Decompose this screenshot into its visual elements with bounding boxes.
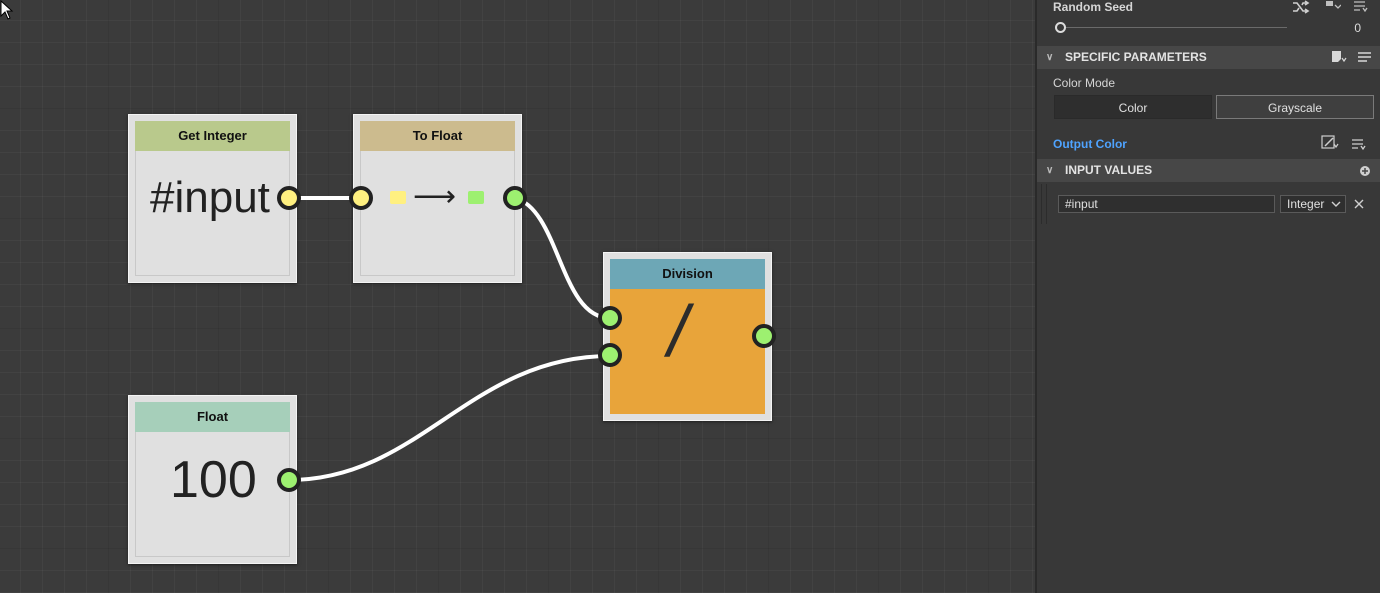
cursor-icon <box>0 0 14 20</box>
output-port-to-float[interactable] <box>503 186 527 210</box>
color-mode-option-color[interactable]: Color <box>1054 95 1212 119</box>
node-body-to-float: ⟶ <box>360 151 515 276</box>
division-symbol: / <box>668 292 689 372</box>
slider-handle[interactable] <box>1055 22 1066 33</box>
specific-parameters-header[interactable]: ∨ SPECIFIC PARAMETERS <box>1037 46 1380 69</box>
properties-panel: Random Seed 0 ∨ SPECIFIC PARAMETERS Colo… <box>1035 0 1380 593</box>
wire-tofloat-division <box>514 196 611 320</box>
node-value-float: 100 <box>170 451 257 509</box>
node-get-integer[interactable]: Get Integer #input <box>128 114 297 283</box>
color-mode-label: Color Mode <box>1053 76 1116 90</box>
graph-canvas[interactable]: Get Integer #input To Float ⟶ Float 100 … <box>0 0 1035 593</box>
pin-icon[interactable] <box>1325 0 1341 12</box>
color-mode-option-grayscale[interactable]: Grayscale <box>1216 95 1374 119</box>
input-port-division-a[interactable] <box>598 306 622 330</box>
node-title-to-float: To Float <box>360 121 515 151</box>
menu-icon[interactable] <box>1353 0 1369 12</box>
input-port-division-b[interactable] <box>598 343 622 367</box>
close-icon[interactable] <box>1354 199 1364 209</box>
input-type-select[interactable]: Integer <box>1280 195 1346 213</box>
chevron-down-icon[interactable] <box>1331 201 1341 209</box>
output-port-get-integer[interactable] <box>277 186 301 210</box>
convert-arrow-icon: ⟶ <box>413 180 457 213</box>
node-title-get-integer: Get Integer <box>135 121 290 151</box>
random-seed-slider[interactable] <box>1055 22 1287 33</box>
wire-float-division <box>288 354 611 482</box>
slider-track <box>1057 27 1287 28</box>
input-port-to-float[interactable] <box>349 186 373 210</box>
add-icon[interactable] <box>1359 165 1371 177</box>
node-division[interactable]: Division / <box>603 252 772 421</box>
input-type-value: Integer <box>1287 197 1325 211</box>
specific-parameters-title: SPECIFIC PARAMETERS <box>1065 50 1207 64</box>
node-float[interactable]: Float 100 <box>128 395 297 564</box>
edit-icon[interactable] <box>1321 135 1339 151</box>
random-seed-label: Random Seed <box>1053 0 1134 14</box>
node-body-get-integer: #input <box>135 151 290 276</box>
input-values-title: INPUT VALUES <box>1065 163 1153 177</box>
chevron-down-icon[interactable]: ∨ <box>1046 159 1053 182</box>
integer-type-chip <box>390 191 406 204</box>
node-to-float[interactable]: To Float ⟶ <box>353 114 522 283</box>
node-body-division: / <box>610 289 765 414</box>
input-values-header[interactable]: ∨ INPUT VALUES <box>1037 159 1380 182</box>
shuffle-icon[interactable] <box>1292 0 1310 14</box>
chevron-down-icon[interactable]: ∨ <box>1046 46 1053 69</box>
node-title-float: Float <box>135 402 290 432</box>
menu-icon[interactable] <box>1357 51 1373 65</box>
input-row-indent <box>1041 184 1047 224</box>
output-port-float[interactable] <box>277 468 301 492</box>
output-port-division[interactable] <box>752 324 776 348</box>
node-value-get-integer: #input <box>150 173 270 222</box>
float-type-chip <box>468 191 484 204</box>
random-seed-value[interactable]: 0 <box>1317 21 1361 35</box>
menu-icon[interactable] <box>1351 138 1367 152</box>
bookmark-icon[interactable] <box>1331 50 1347 64</box>
node-title-division: Division <box>610 259 765 289</box>
node-body-float: 100 <box>135 432 290 557</box>
input-name-field[interactable]: #input <box>1058 195 1275 213</box>
output-color-label[interactable]: Output Color <box>1053 137 1127 151</box>
